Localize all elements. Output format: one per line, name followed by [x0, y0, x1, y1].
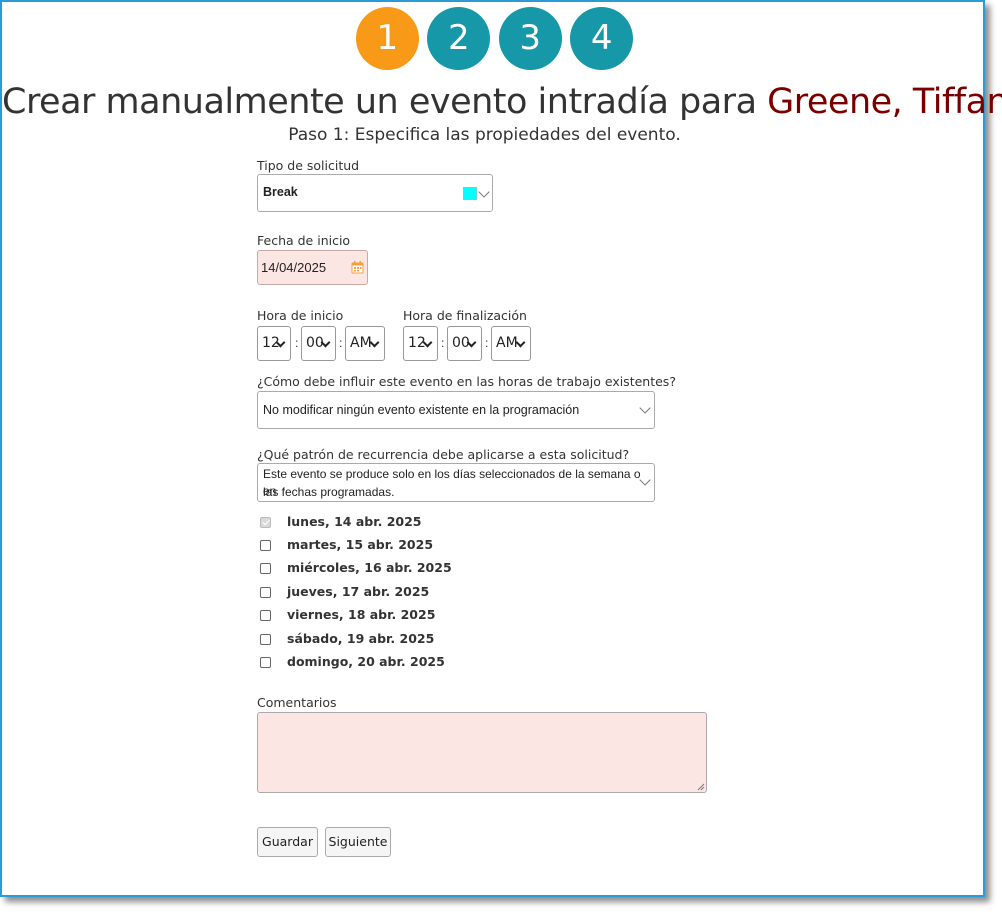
- start-minute-select[interactable]: 00: [301, 326, 336, 361]
- start-hour-select[interactable]: 12: [257, 326, 291, 361]
- chevron-down-icon: [639, 402, 651, 414]
- day-label: viernes, 18 abr. 2025: [287, 607, 436, 622]
- comments-textarea[interactable]: [257, 712, 707, 793]
- page-subtitle: Paso 1: Especifica las propiedades del e…: [288, 125, 681, 145]
- end-hour-select[interactable]: 12: [403, 326, 438, 361]
- day-checkbox-lunes[interactable]: [260, 517, 271, 528]
- request-color-swatch: [463, 187, 477, 200]
- day-label: domingo, 20 abr. 2025: [287, 654, 445, 669]
- end-minute-select[interactable]: 00: [447, 326, 482, 361]
- step-3[interactable]: 3: [498, 7, 562, 70]
- start-date-value: 14/04/2025: [261, 260, 327, 275]
- day-checkbox-sabado[interactable]: [260, 634, 271, 645]
- impact-label: ¿Cómo debe influir este evento en las ho…: [257, 374, 676, 389]
- recurrence-label: ¿Qué patrón de recurrencia debe aplicars…: [257, 447, 630, 462]
- day-label: sábado, 19 abr. 2025: [287, 631, 435, 646]
- recurrence-select[interactable]: Este evento se produce solo en los días …: [257, 463, 655, 502]
- page-title: Crear manualmente un evento intradía par…: [2, 82, 1002, 122]
- request-type-value: Break: [263, 185, 298, 199]
- day-checkbox-miercoles[interactable]: [260, 563, 271, 574]
- time-separator: :: [485, 336, 489, 350]
- step-1[interactable]: 1: [355, 7, 419, 70]
- request-type-label: Tipo de solicitud: [257, 158, 360, 173]
- day-label: jueves, 17 abr. 2025: [287, 584, 430, 599]
- impact-value: No modificar ningún evento existente en …: [263, 403, 580, 417]
- title-prefix: Crear manualmente un evento intradía par…: [2, 82, 768, 122]
- day-checkbox-jueves[interactable]: [260, 587, 271, 598]
- end-ampm-select[interactable]: AM: [491, 326, 531, 361]
- resize-grip-icon[interactable]: [697, 783, 705, 791]
- time-separator: :: [441, 336, 445, 350]
- time-separator: :: [295, 336, 299, 350]
- start-date-input[interactable]: 14/04/2025: [257, 250, 368, 285]
- employee-name: Greene, Tiffany: [767, 82, 1002, 122]
- time-separator: :: [339, 336, 343, 350]
- impact-select[interactable]: No modificar ningún evento existente en …: [257, 391, 655, 429]
- start-ampm-select[interactable]: AM: [345, 326, 385, 361]
- calendar-icon[interactable]: [351, 261, 364, 274]
- recurrence-value-line2: las fechas programadas.: [263, 485, 395, 499]
- start-date-label: Fecha de inicio: [257, 233, 351, 248]
- next-button[interactable]: Siguiente: [325, 827, 391, 857]
- day-label: martes, 15 abr. 2025: [287, 537, 434, 552]
- end-ampm-value: AM: [496, 335, 518, 351]
- day-checkbox-martes[interactable]: [260, 540, 271, 551]
- step-indicator: 1 2 3 4: [2, 7, 987, 70]
- day-checkbox-viernes[interactable]: [260, 610, 271, 621]
- start-time-label: Hora de inicio: [257, 308, 344, 323]
- start-ampm-value: AM: [350, 335, 372, 351]
- day-label: lunes, 14 abr. 2025: [287, 514, 422, 529]
- comments-label: Comentarios: [257, 695, 337, 710]
- day-label: miércoles, 16 abr. 2025: [287, 560, 452, 575]
- save-button[interactable]: Guardar: [257, 827, 318, 857]
- step-2[interactable]: 2: [427, 7, 491, 70]
- day-checkbox-domingo[interactable]: [260, 657, 271, 668]
- window-frame: 1 2 3 4 Crear manualmente un evento intr…: [0, 0, 1002, 897]
- step-4[interactable]: 4: [570, 7, 634, 70]
- request-type-select[interactable]: Break: [257, 174, 493, 212]
- chevron-down-icon: [478, 186, 490, 198]
- end-time-label: Hora de finalización: [403, 308, 527, 323]
